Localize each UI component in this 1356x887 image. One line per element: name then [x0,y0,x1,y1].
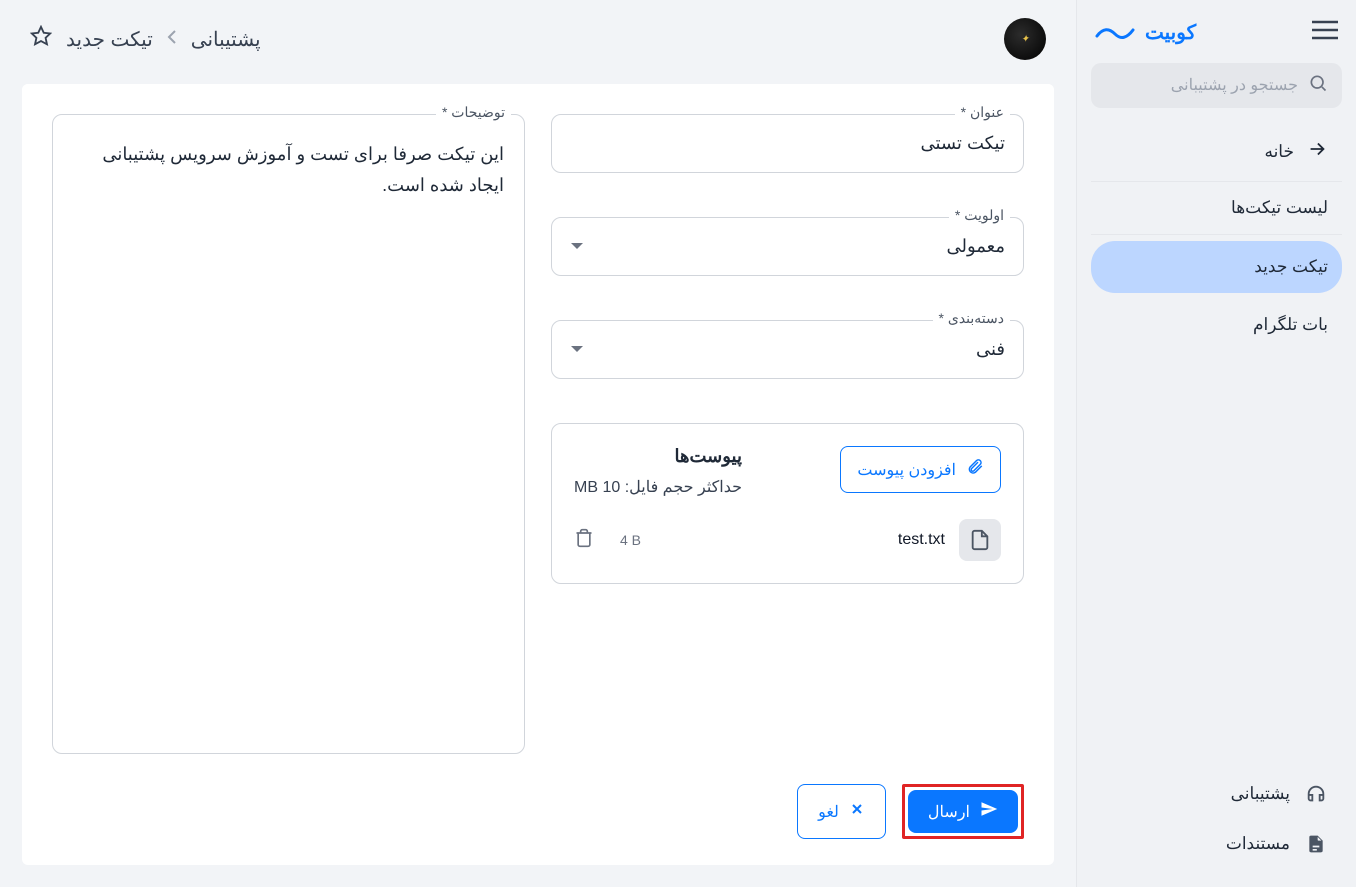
brand-name: کوبیت [1145,20,1196,45]
attachments-header: افزودن پیوست پیوست‌ها حداکثر حجم فایل: 1… [574,446,1001,497]
nav-tickets[interactable]: لیست تیکت‌ها [1091,182,1342,235]
close-icon [849,801,865,822]
sidebar-footer: پشتیبانی مستندات [1077,769,1356,887]
chevron-down-icon [570,236,584,257]
cancel-button[interactable]: لغو [797,784,886,839]
nav-list: خانه لیست تیکت‌ها تیکت جدید بات تلگرام [1077,118,1356,355]
search-icon [1308,73,1328,98]
headset-icon [1304,783,1328,805]
sidebar: کوبیت خانه لیست تیکت‌ها [1076,0,1356,887]
nav-item-label: خانه [1264,142,1294,162]
description-field-wrap: توضیحات * [52,114,525,754]
attachment-file-actions: 4 B [574,528,641,553]
category-label: دسته‌بندی * [933,310,1010,327]
category-field-wrap: دسته‌بندی * فنی [551,320,1024,379]
title-label: عنوان * [955,104,1010,121]
form-actions: ارسال لغو [22,784,1054,863]
search-input[interactable] [1105,77,1298,95]
priority-select[interactable]: معمولی [551,217,1024,276]
chevron-down-icon [570,339,584,360]
category-value: فنی [976,339,1005,360]
nav-home[interactable]: خانه [1091,122,1342,182]
form-columns: عنوان * اولویت * معمولی دسته‌ب [22,84,1054,784]
wave-icon [1095,24,1135,42]
nav-item-label: لیست تیکت‌ها [1231,198,1328,218]
breadcrumb-current: تیکت جدید [66,27,153,52]
attachment-file-size: 4 B [620,532,641,548]
attachments-max-size: حداکثر حجم فایل: 10 MB [574,477,742,497]
description-label: توضیحات * [436,104,511,121]
breadcrumb-root[interactable]: پشتیبانی [191,27,261,52]
priority-value: معمولی [946,236,1005,257]
file-icon [959,519,1001,561]
title-field-wrap: عنوان * [551,114,1024,173]
priority-label: اولویت * [949,207,1010,224]
priority-field-wrap: اولویت * معمولی [551,217,1024,276]
form-card: عنوان * اولویت * معمولی دسته‌ب [22,84,1054,865]
arrow-right-icon [1306,138,1328,165]
send-icon [980,800,998,823]
form-fields-column: عنوان * اولویت * معمولی دسته‌ب [551,114,1024,754]
breadcrumb: پشتیبانی تیکت جدید [30,25,261,53]
footer-item-label: پشتیبانی [1231,784,1290,804]
brand[interactable]: کوبیت [1095,20,1196,45]
description-column: توضیحات * [52,114,525,754]
search-box[interactable] [1091,63,1342,108]
avatar-image: ✦ [1020,33,1030,45]
attachments-card: افزودن پیوست پیوست‌ها حداکثر حجم فایل: 1… [551,423,1024,584]
nav-item-label: تیکت جدید [1254,257,1328,277]
attachment-icon [966,457,984,482]
cancel-label: لغو [818,802,839,822]
chevron-left-icon [167,28,177,51]
submit-label: ارسال [928,802,970,822]
attachment-row: test.txt 4 B [574,519,1001,561]
footer-docs[interactable]: مستندات [1091,819,1342,869]
nav-bot[interactable]: بات تلگرام [1091,299,1342,351]
main: ✦ پشتیبانی تیکت جدید عنوان * [0,0,1076,887]
attachments-title: پیوست‌ها [574,446,742,467]
search-container [1077,63,1356,118]
topbar: ✦ پشتیبانی تیکت جدید [0,0,1076,66]
trash-icon[interactable] [574,528,594,553]
attachments-info: پیوست‌ها حداکثر حجم فایل: 10 MB [574,446,742,497]
footer-item-label: مستندات [1226,834,1290,854]
document-icon [1304,833,1328,855]
avatar[interactable]: ✦ [1004,18,1046,60]
sidebar-header: کوبیت [1077,0,1356,63]
nav-item-label: بات تلگرام [1253,315,1328,335]
submit-button[interactable]: ارسال [908,790,1018,833]
attachment-file-name: test.txt [898,531,945,549]
attachment-file-info: test.txt [898,519,1001,561]
add-attachment-button[interactable]: افزودن پیوست [840,446,1001,493]
nav-new-ticket[interactable]: تیکت جدید [1091,241,1342,293]
menu-icon[interactable] [1312,20,1338,45]
add-attachment-label: افزودن پیوست [857,460,956,480]
description-textarea[interactable] [52,114,525,754]
star-icon[interactable] [30,25,52,53]
category-select[interactable]: فنی [551,320,1024,379]
submit-highlight: ارسال [902,784,1024,839]
title-input[interactable] [551,114,1024,173]
footer-support[interactable]: پشتیبانی [1091,769,1342,819]
